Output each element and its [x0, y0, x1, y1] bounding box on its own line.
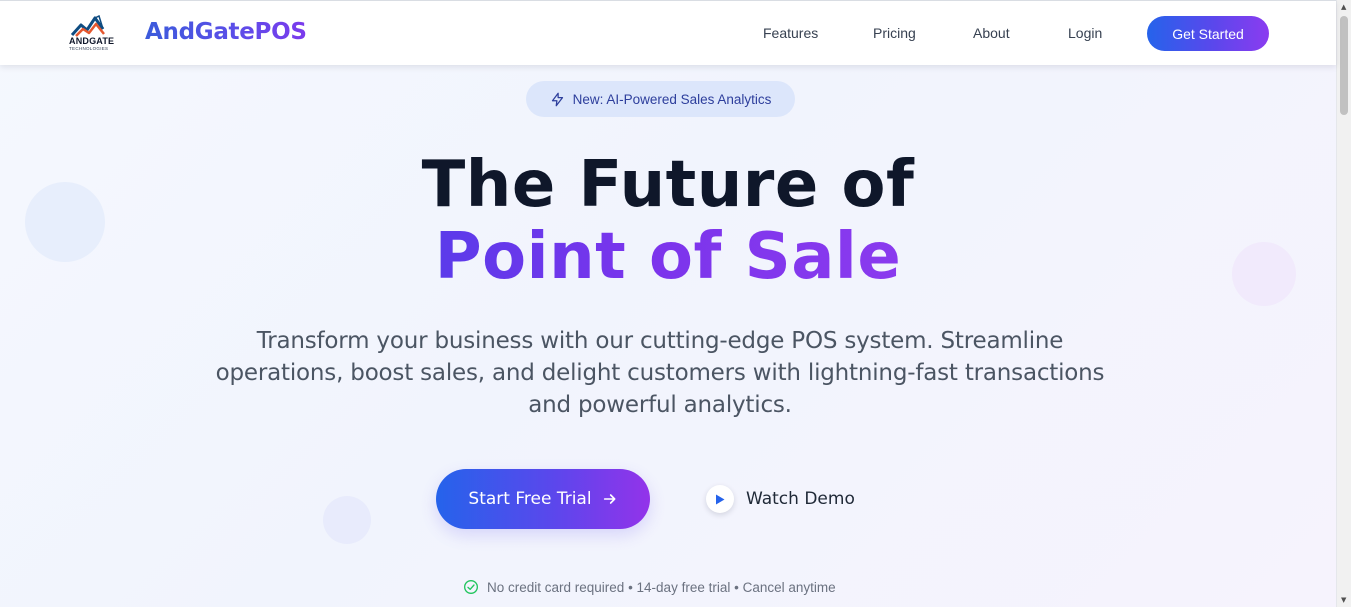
logo-text: ANDGATE	[69, 36, 115, 46]
site-header: ANDGATE TECHNOLOGIES AndGatePOS Features…	[0, 0, 1336, 65]
page-scrollbar[interactable]: ▲ ▼	[1336, 0, 1351, 607]
hero-title-line2: Point of Sale	[0, 225, 1336, 289]
get-started-button[interactable]: Get Started	[1147, 16, 1269, 51]
watch-demo-label: Watch Demo	[746, 489, 855, 509]
hero-title-highlight: Point of Sale	[434, 220, 902, 294]
logo-subtext: TECHNOLOGIES	[69, 46, 109, 51]
badge-text: New: AI-Powered Sales Analytics	[572, 91, 772, 107]
decor-circle-bottom	[323, 496, 371, 544]
trial-fine-print: No credit card required • 14-day free tr…	[463, 578, 836, 596]
arrow-right-icon	[603, 494, 616, 504]
announcement-badge[interactable]: New: AI-Powered Sales Analytics	[526, 81, 795, 117]
nav-about[interactable]: About	[973, 25, 1010, 41]
watch-demo-button[interactable]: Watch Demo	[706, 484, 855, 514]
play-button-circle[interactable]	[706, 485, 734, 513]
scrollbar-thumb[interactable]	[1340, 16, 1348, 115]
start-free-trial-button[interactable]: Start Free Trial	[436, 469, 650, 529]
scroll-down-arrow-icon[interactable]: ▼	[1341, 596, 1346, 604]
nav-pricing[interactable]: Pricing	[873, 25, 916, 41]
check-circle-icon	[464, 580, 478, 594]
hero-subtitle: Transform your business with our cutting…	[215, 328, 1105, 418]
hero-title-line1: The Future of	[421, 148, 915, 222]
scroll-up-arrow-icon[interactable]: ▲	[1341, 3, 1346, 11]
nav-features[interactable]: Features	[763, 25, 818, 41]
start-free-trial-label: Start Free Trial	[468, 489, 592, 509]
nav-login[interactable]: Login	[1068, 25, 1102, 41]
brand-name[interactable]: AndGatePOS	[145, 19, 307, 45]
lightning-icon	[551, 92, 563, 106]
play-icon	[716, 494, 725, 504]
fine-print-text: No credit card required • 14-day free tr…	[487, 579, 836, 595]
